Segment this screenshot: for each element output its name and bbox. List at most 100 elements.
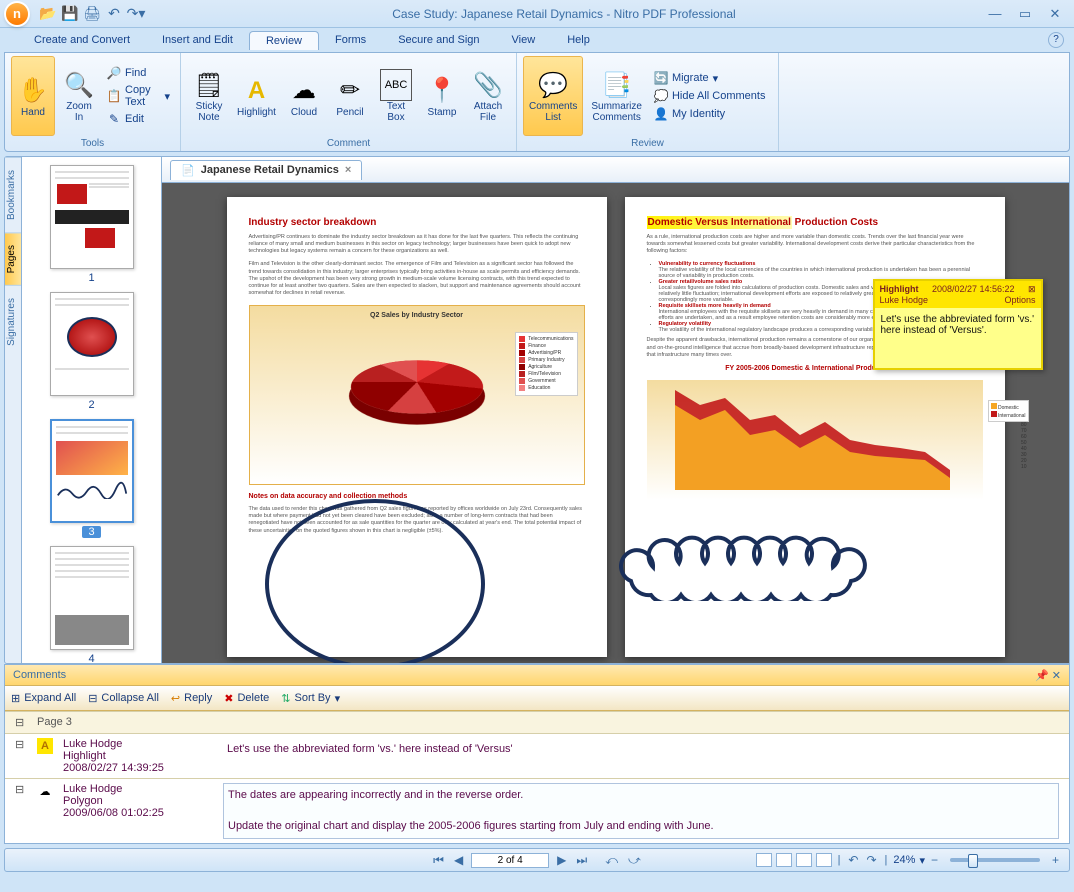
prev-page-button[interactable]: ◀ bbox=[452, 853, 465, 867]
my-identity-button[interactable]: 👤My Identity bbox=[650, 106, 770, 122]
reply-button[interactable]: ↩Reply bbox=[171, 692, 212, 705]
pie-chart: Q2 Sales by Industry Sector Telecommunic… bbox=[249, 305, 585, 485]
rotate-ccw-button[interactable]: ↶ bbox=[846, 853, 860, 867]
next-page-button[interactable]: ▶ bbox=[555, 853, 568, 867]
nav-back-button[interactable]: ⤺ bbox=[603, 853, 620, 868]
help-icon[interactable]: ? bbox=[1048, 32, 1064, 48]
sticky-note-popup[interactable]: Highlight2008/02/27 14:56:22⊠ Luke Hodge… bbox=[873, 279, 1043, 370]
side-tab-pages[interactable]: Pages bbox=[5, 232, 21, 285]
tab-insert-edit[interactable]: Insert and Edit bbox=[146, 31, 249, 49]
stamp-button[interactable]: 📍Stamp bbox=[420, 56, 464, 136]
zoom-icon: 🔍 bbox=[63, 69, 95, 101]
sticky-options-button[interactable]: Options bbox=[1004, 295, 1035, 305]
panel-close-icon[interactable]: ✕ bbox=[1052, 670, 1061, 682]
doc-tab-active[interactable]: 📄Japanese Retail Dynamics× bbox=[170, 160, 362, 180]
thumb-page-2[interactable]: 2 bbox=[50, 292, 134, 411]
minimize-button[interactable]: — bbox=[982, 5, 1008, 23]
last-page-button[interactable]: ⏭ bbox=[574, 853, 589, 868]
sticky-note-button[interactable]: 🗒Sticky Note bbox=[187, 56, 231, 136]
cloud-icon: ☁ bbox=[288, 75, 320, 107]
undo-icon[interactable]: ↶ bbox=[104, 4, 124, 24]
side-tab-signatures[interactable]: Signatures bbox=[5, 285, 21, 358]
reply-icon: ↩ bbox=[171, 692, 180, 705]
collapse-toggle-icon[interactable]: ⊟ bbox=[15, 738, 27, 751]
comments-list-button[interactable]: 💬Comments List bbox=[523, 56, 583, 136]
zoom-out-button[interactable]: − bbox=[929, 853, 940, 867]
first-page-button[interactable]: ⏮ bbox=[431, 853, 446, 868]
comments-panel: Comments 📌 ✕ ⊞Expand All ⊟Collapse All ↩R… bbox=[4, 664, 1070, 844]
cloud-annotation[interactable] bbox=[611, 511, 871, 601]
quick-access-toolbar: 📂 💾 🖨 ↶ ↷▾ bbox=[38, 4, 146, 24]
cloud-button[interactable]: ☁Cloud bbox=[282, 56, 326, 136]
polygon-type-icon: ☁ bbox=[37, 783, 53, 799]
side-tab-bookmarks[interactable]: Bookmarks bbox=[5, 157, 21, 232]
attach-file-button[interactable]: 📎Attach File bbox=[466, 56, 510, 136]
pie-legend: Telecommunications Finance Advertising/P… bbox=[515, 332, 577, 396]
pencil-button[interactable]: ✏Pencil bbox=[328, 56, 372, 136]
zoom-in-button[interactable]: + bbox=[1050, 853, 1061, 867]
document-viewport[interactable]: Industry sector breakdown Advertising/PR… bbox=[162, 183, 1069, 663]
tab-view[interactable]: View bbox=[496, 31, 552, 49]
thumbnail-strip[interactable]: 1 2 3 4 bbox=[22, 156, 162, 664]
view-single-icon[interactable] bbox=[756, 853, 772, 867]
redo-icon[interactable]: ↷▾ bbox=[126, 4, 146, 24]
print-icon[interactable]: 🖨 bbox=[82, 4, 102, 24]
copy-text-button[interactable]: 📋Copy Text ▾ bbox=[103, 83, 174, 109]
comments-panel-title: Comments bbox=[13, 669, 66, 681]
view-cont-icon[interactable] bbox=[776, 853, 792, 867]
hide-all-comments-button[interactable]: 💭Hide All Comments bbox=[650, 88, 770, 104]
group-comment-label: Comment bbox=[187, 136, 510, 151]
delete-button[interactable]: ✖Delete bbox=[224, 692, 269, 705]
summarize-comments-button[interactable]: 📑Summarize Comments bbox=[585, 56, 648, 136]
maximize-button[interactable]: ▭ bbox=[1012, 5, 1038, 23]
open-icon[interactable]: 📂 bbox=[38, 4, 58, 24]
tab-help[interactable]: Help bbox=[551, 31, 606, 49]
thumb-page-1[interactable]: 1 bbox=[50, 165, 134, 284]
zoom-slider[interactable] bbox=[950, 858, 1040, 862]
tab-review[interactable]: Review bbox=[249, 31, 319, 50]
comments-page-group[interactable]: ⊟Page 3 bbox=[5, 711, 1069, 733]
highlight-button[interactable]: AHighlight bbox=[233, 56, 280, 136]
tab-secure-sign[interactable]: Secure and Sign bbox=[382, 31, 495, 49]
page-right: Domestic Versus International Production… bbox=[625, 197, 1005, 657]
side-tabs: Bookmarks Pages Signatures bbox=[4, 156, 22, 664]
hand-tool-button[interactable]: ✋Hand bbox=[11, 56, 55, 136]
zoom-button[interactable]: 🔍Zoom In bbox=[57, 56, 101, 136]
close-button[interactable]: ✕ bbox=[1042, 5, 1068, 23]
comments-list-icon: 💬 bbox=[537, 69, 569, 101]
thumb-page-4[interactable]: 4 bbox=[50, 546, 134, 664]
comment-item[interactable]: ⊟ ☁ Luke HodgePolygon2009/06/08 01:02:25… bbox=[5, 778, 1069, 843]
text-box-button[interactable]: ABCText Box bbox=[374, 56, 418, 136]
close-tab-icon[interactable]: × bbox=[345, 164, 351, 176]
sticky-note-icon: 🗒 bbox=[193, 69, 225, 101]
sort-icon: ⇅ bbox=[281, 692, 290, 705]
highlight-icon: A bbox=[241, 75, 273, 107]
edit-button[interactable]: ✎Edit bbox=[103, 111, 174, 127]
rotate-cw-button[interactable]: ↷ bbox=[864, 853, 878, 867]
migrate-button[interactable]: 🔄Migrate ▾ bbox=[650, 70, 770, 86]
view-two-icon[interactable] bbox=[796, 853, 812, 867]
find-button[interactable]: 🔎Find bbox=[103, 65, 174, 81]
window-titlebar: n 📂 💾 🖨 ↶ ↷▾ Case Study: Japanese Retail… bbox=[0, 0, 1074, 28]
expand-all-button[interactable]: ⊞Expand All bbox=[11, 692, 76, 705]
page-indicator[interactable]: 2 of 4 bbox=[471, 853, 549, 868]
sticky-close-icon[interactable]: ⊠ bbox=[1028, 284, 1036, 295]
domestic-heading: Domestic Versus International Production… bbox=[647, 217, 983, 228]
collapse-toggle-icon[interactable]: ⊟ bbox=[15, 716, 27, 729]
collapse-toggle-icon[interactable]: ⊟ bbox=[15, 783, 27, 796]
tab-create-convert[interactable]: Create and Convert bbox=[18, 31, 146, 49]
comments-list[interactable]: ⊟Page 3 ⊟ A Luke HodgeHighlight2008/02/2… bbox=[5, 711, 1069, 843]
collapse-all-button[interactable]: ⊟Collapse All bbox=[88, 692, 159, 705]
comment-item[interactable]: ⊟ A Luke HodgeHighlight2008/02/27 14:39:… bbox=[5, 733, 1069, 778]
comment-edit-textarea[interactable]: The dates are appearing incorrectly and … bbox=[223, 783, 1059, 839]
tab-forms[interactable]: Forms bbox=[319, 31, 382, 49]
sort-by-button[interactable]: ⇅Sort By ▾ bbox=[281, 692, 340, 705]
industry-heading: Industry sector breakdown bbox=[249, 217, 585, 228]
thumb-page-3[interactable]: 3 bbox=[50, 419, 134, 538]
view-two-cont-icon[interactable] bbox=[816, 853, 832, 867]
panel-pin-icon[interactable]: 📌 bbox=[1035, 670, 1049, 682]
save-icon[interactable]: 💾 bbox=[60, 4, 80, 24]
nav-fwd-button[interactable]: ⤻ bbox=[626, 853, 643, 868]
highlight-annotation[interactable]: Domestic Versus International bbox=[647, 216, 792, 229]
zoom-value[interactable]: 24% bbox=[893, 854, 915, 866]
